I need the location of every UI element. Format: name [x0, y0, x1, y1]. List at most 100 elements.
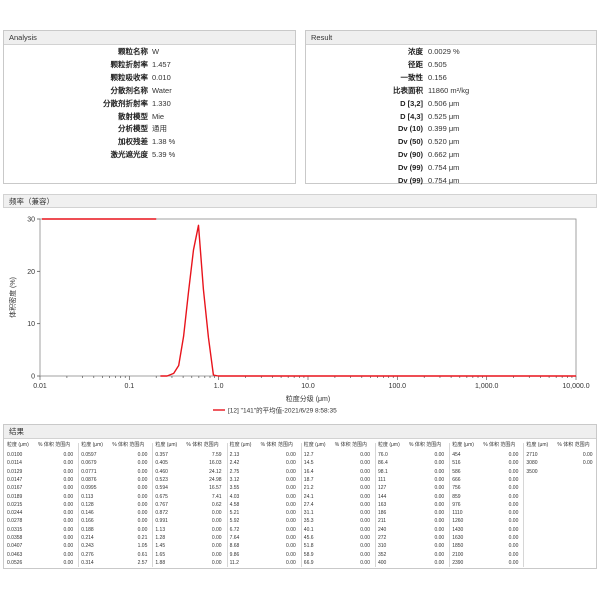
analysis-label: 加权残差 — [118, 137, 148, 147]
table-column-block: 粒度 (μm)% 体积 范围内 12.7 0.00 14.5 0.00 16.4 0.00 1… — [300, 441, 375, 569]
percent-column-header: % 体积 范围内 — [557, 442, 590, 448]
x-tick-label: 1,000.0 — [475, 383, 498, 390]
size-column-header: 粒度 (μm) — [155, 442, 178, 448]
analysis-row: 颗粒吸收率 0.010 — [4, 72, 295, 84]
analysis-label: 颗粒吸收率 — [110, 72, 149, 82]
analysis-label: 分散剂折射率 — [103, 98, 148, 108]
column-divider — [523, 443, 525, 567]
column-divider — [78, 443, 80, 567]
result-label: D [3,2] — [400, 98, 423, 108]
percent-column-header: % 体积 范围内 — [112, 442, 145, 448]
result-value: 0.520 μm — [428, 137, 460, 147]
size-column-header: 粒度 (μm) — [526, 442, 549, 448]
result-label: Dv (99) — [397, 176, 423, 185]
percent-column-header: % 体积 范围内 — [409, 442, 442, 448]
result-row: Dv (90) 0.662 μm — [306, 149, 596, 161]
percent-column-header: % 体积 范围内 — [186, 442, 219, 448]
column-divider — [152, 443, 154, 567]
x-tick-label: 10,000.0 — [562, 383, 589, 390]
result-value: 0.0029 % — [428, 47, 460, 56]
table-column-block: 粒度 (μm)% 体积 范围内 0.0597 0.00 0.0679 0.00 0.077… — [78, 441, 152, 569]
y-axis-label: 体积密度 (%) — [8, 277, 17, 318]
size-column-header: 粒度 (μm) — [303, 442, 326, 448]
percent-cell: 0.00 — [582, 460, 593, 467]
size-cell: 2390 — [452, 559, 464, 566]
percent-column-header: % 体积 范围内 — [483, 442, 516, 448]
size-column-header: 粒度 (μm) — [378, 442, 400, 448]
analysis-row: 颗粒名称 W — [4, 46, 295, 58]
analysis-label: 分析模型 — [118, 124, 148, 134]
result-label: D [4,3] — [400, 111, 423, 121]
analysis-value: W — [152, 47, 160, 56]
size-cell: 0.314 — [81, 559, 94, 566]
y-tick-label: 0 — [31, 374, 35, 381]
y-tick-label: 30 — [27, 217, 35, 224]
percent-cell: 0.00 — [508, 559, 519, 566]
table-column-block: 粒度 (μm)% 体积 范围内 454 0.00 516 0.00 586 0.00 666 0… — [449, 441, 523, 569]
result-label: 径距 — [408, 59, 423, 69]
result-label: Dv (90) — [397, 150, 423, 160]
analysis-label: 颗粒折射率 — [110, 59, 149, 69]
analysis-row: 分析模型 通用 — [4, 123, 295, 135]
analysis-row: 加权残差 1.38 % — [4, 136, 295, 148]
table-column-block: 粒度 (μm)% 体积 范围内 0.357 7.59 0.405 16.03 0.460 2… — [152, 441, 226, 569]
results-table: 粒度 (μm)% 体积 范围内 0.0100 0.00 0.0114 0.00 0.012… — [4, 425, 596, 568]
table-column-block: 粒度 (μm)% 体积 范围内 0.0100 0.00 0.0114 0.00 0.012… — [4, 441, 78, 569]
column-divider — [375, 443, 376, 567]
percent-column-header: % 体积 范围内 — [334, 442, 368, 448]
x-tick-label: 0.1 — [124, 383, 134, 390]
analysis-row: 分散剂名称 Water — [4, 85, 295, 97]
percent-column-header: % 体积 范围内 — [38, 442, 71, 448]
percent-cell: 0.00 — [63, 559, 74, 566]
result-label: Dv (99) — [397, 163, 423, 173]
size-column-header: 粒度 (μm) — [7, 442, 29, 448]
y-tick-label: 10 — [27, 321, 35, 328]
column-divider — [226, 443, 228, 567]
result-label: 比表面积 — [393, 85, 423, 95]
result-row: 浓度 0.0029 % — [306, 46, 596, 58]
size-cell: 0.0526 — [7, 559, 23, 566]
column-divider — [300, 443, 302, 567]
result-row: 径距 0.505 — [306, 59, 596, 71]
analysis-value: 1.330 — [152, 98, 171, 108]
analysis-label: 颗粒名称 — [118, 47, 148, 56]
analysis-label: 激光遮光度 — [110, 150, 149, 160]
result-row: Dv (99) 0.754 μm — [306, 175, 596, 187]
percent-column-header: % 体积 范围内 — [260, 442, 293, 448]
result-panel-title: Result — [306, 31, 596, 45]
analysis-value: 通用 — [152, 124, 167, 134]
y-tick-label: 20 — [27, 269, 35, 276]
analysis-row: 散射模型 Mie — [4, 111, 295, 123]
analysis-value: 1.457 — [152, 59, 171, 69]
result-panel: Result 浓度 0.0029 % 径距 0.505 一致性 0.156 比表面积 1186… — [305, 30, 597, 187]
percent-cell: 0.00 — [360, 559, 370, 566]
legend-label: [12] "141"的平均值-2021/6/29 8:58:35 — [228, 406, 337, 415]
analysis-value: Water — [152, 85, 172, 95]
result-label: Dv (10) — [397, 124, 423, 134]
frequency-chart: 0 10 20 30 0.01 0.1 1.0 10.0 100.0 1,000.0 10,000.… — [8, 217, 590, 415]
result-value: 0.505 — [428, 59, 447, 69]
result-label: 浓度 — [408, 47, 423, 56]
analysis-label: 散射模型 — [118, 111, 148, 121]
analysis-value: 5.39 % — [152, 150, 176, 160]
size-cell: 400 — [378, 559, 387, 566]
result-row: Dv (99) 0.754 μm — [306, 162, 596, 174]
analysis-panel-title: Analysis — [4, 31, 295, 45]
result-row: 比表面积 11860 m²/kg — [306, 85, 596, 97]
analysis-rows: 颗粒名称 W 颗粒折射率 1.457 颗粒吸收率 0.010 分散剂名称 Water 分散剂折射… — [4, 46, 295, 183]
result-value: 0.399 μm — [428, 124, 460, 134]
result-row: D [3,2] 0.506 μm — [306, 98, 596, 110]
result-value: 0.754 μm — [428, 176, 460, 185]
column-divider — [449, 443, 451, 567]
x-tick-label: 0.01 — [33, 383, 47, 390]
result-value: 0.525 μm — [428, 111, 460, 121]
size-cell: 1.88 — [155, 559, 166, 566]
percent-cell: 2.57 — [137, 559, 148, 566]
size-column-header: 粒度 (μm) — [452, 442, 474, 448]
result-value: 0.156 — [428, 72, 447, 82]
size-cell: 3500 — [526, 468, 538, 475]
result-row: Dv (50) 0.520 μm — [306, 136, 596, 148]
result-label: Dv (50) — [397, 137, 423, 147]
table-column-block: 粒度 (μm)% 体积 范围内 2.13 0.00 2.42 0.00 2.75 0.00 3… — [226, 441, 301, 569]
size-cell: 66.9 — [303, 559, 314, 566]
